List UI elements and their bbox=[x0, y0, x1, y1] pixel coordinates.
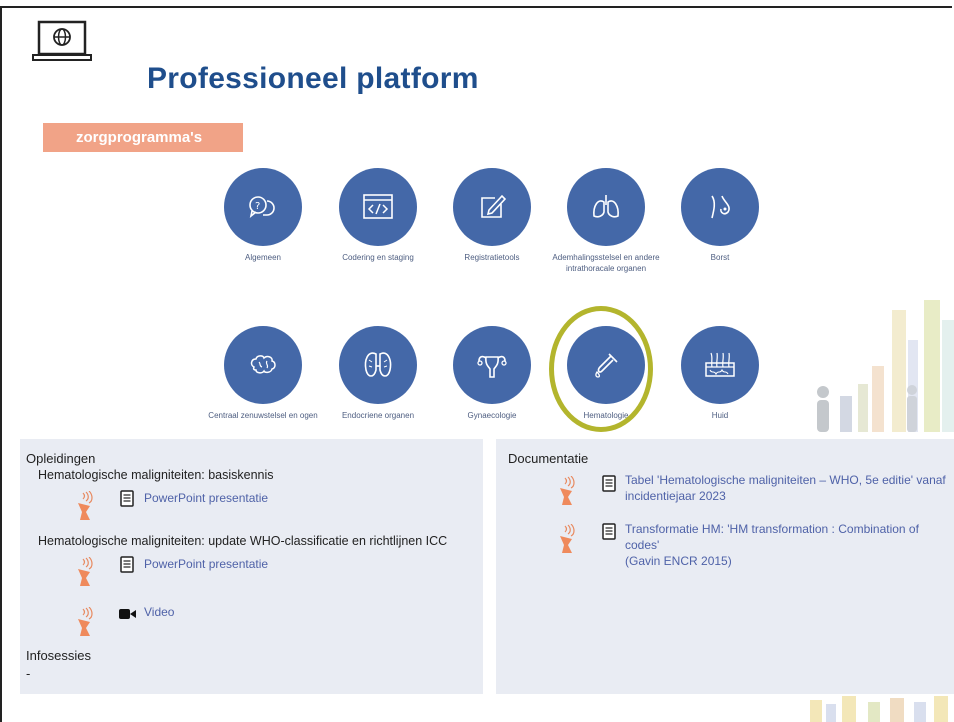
tile-codering-en-staging[interactable]: Codering en staging bbox=[323, 168, 433, 263]
documentatie-panel: Documentatie Tabel 'Hematologische malig… bbox=[496, 439, 954, 694]
document-icon bbox=[602, 523, 616, 540]
tile-borst[interactable]: Borst bbox=[665, 168, 775, 263]
documentatie-heading: Documentatie bbox=[508, 451, 589, 466]
video-link[interactable]: Video bbox=[144, 604, 174, 620]
tile-centraal-zenuwstelsel[interactable]: Centraal zenuwstelsel en ogen bbox=[208, 326, 318, 421]
skin-icon bbox=[705, 352, 735, 377]
document-link-line: incidentiejaar 2023 bbox=[625, 489, 726, 503]
tile-label: Ademhalingsstelsel en andere intrathorac… bbox=[552, 253, 660, 273]
document-link-who-table[interactable]: Tabel 'Hematologische maligniteiten – WH… bbox=[625, 472, 946, 504]
document-icon bbox=[602, 475, 616, 492]
tile-label: Borst bbox=[710, 253, 730, 262]
document-link-hm-transformation[interactable]: Transformatie HM: 'HM transformation : C… bbox=[625, 521, 954, 569]
tile-label: Endocriene organen bbox=[341, 411, 415, 420]
zorgprogrammas-banner: zorgprogramma's bbox=[43, 123, 243, 152]
tile-circle bbox=[453, 326, 531, 404]
tile-ademhalingsstelsel[interactable]: Ademhalingsstelsel en andere intrathorac… bbox=[551, 168, 661, 274]
tile-algemeen[interactable]: ? Algemeen bbox=[208, 168, 318, 263]
document-icon bbox=[120, 556, 134, 573]
tile-endocriene-organen[interactable]: Endocriene organen bbox=[323, 326, 433, 421]
document-link-line: Transformatie HM: 'HM transformation : C… bbox=[625, 522, 919, 552]
chat-question-icon: ? bbox=[249, 196, 275, 218]
tile-label: Registratietools bbox=[464, 253, 520, 262]
decorative-people-graphic-bottom bbox=[810, 696, 948, 722]
tile-registratietools[interactable]: Registratietools bbox=[437, 168, 547, 263]
tile-label: Algemeen bbox=[244, 253, 282, 262]
tile-label: Centraal zenuwstelsel en ogen bbox=[208, 411, 318, 420]
hand-pointer-icon bbox=[560, 524, 575, 553]
tile-label: Huid bbox=[711, 411, 729, 420]
document-link-line: Tabel 'Hematologische maligniteiten – WH… bbox=[625, 473, 946, 487]
course-title: Hematologische maligniteiten: basiskenni… bbox=[38, 468, 274, 482]
thyroid-icon bbox=[364, 352, 392, 377]
laptop-globe-icon bbox=[32, 20, 92, 61]
page-title: Professioneel platform bbox=[147, 62, 479, 95]
powerpoint-link[interactable]: PowerPoint presentatie bbox=[144, 556, 268, 572]
code-window-icon bbox=[363, 194, 393, 219]
tile-circle bbox=[453, 168, 531, 246]
tile-circle bbox=[224, 326, 302, 404]
tile-circle bbox=[681, 168, 759, 246]
powerpoint-link[interactable]: PowerPoint presentatie bbox=[144, 490, 268, 506]
opleidingen-heading: Opleidingen bbox=[26, 451, 96, 466]
video-camera-icon bbox=[119, 609, 136, 619]
brain-icon bbox=[250, 355, 276, 374]
tile-circle: ? bbox=[224, 168, 302, 246]
tile-gynaecologie[interactable]: Gynaecologie bbox=[437, 326, 547, 421]
document-icon bbox=[120, 490, 134, 507]
decorative-people-graphic bbox=[817, 300, 954, 432]
edit-note-icon bbox=[481, 194, 507, 218]
hand-pointer-icon bbox=[78, 607, 93, 636]
tile-circle bbox=[681, 326, 759, 404]
infosessies-value: - bbox=[26, 666, 31, 681]
tile-huid[interactable]: Huid bbox=[665, 326, 775, 421]
course-title: Hematologische maligniteiten: update WHO… bbox=[38, 534, 448, 548]
document-link-line: (Gavin ENCR 2015) bbox=[625, 554, 732, 568]
hand-pointer-icon bbox=[560, 476, 575, 505]
tile-circle bbox=[339, 168, 417, 246]
tile-circle bbox=[339, 326, 417, 404]
infosessies-heading: Infosessies bbox=[26, 648, 92, 663]
breast-icon bbox=[711, 195, 730, 219]
lungs-icon bbox=[593, 195, 619, 218]
uterus-icon bbox=[477, 355, 507, 378]
tile-label: Codering en staging bbox=[342, 253, 414, 262]
hand-pointer-icon bbox=[78, 491, 93, 520]
hand-pointer-icon bbox=[78, 557, 93, 586]
opleidingen-panel: Opleidingen Hematologische maligniteiten… bbox=[20, 439, 483, 694]
hematologie-highlight-ring bbox=[549, 306, 653, 432]
tile-label: Gynaecologie bbox=[467, 411, 517, 420]
tile-circle bbox=[567, 168, 645, 246]
svg-text:?: ? bbox=[255, 201, 260, 212]
